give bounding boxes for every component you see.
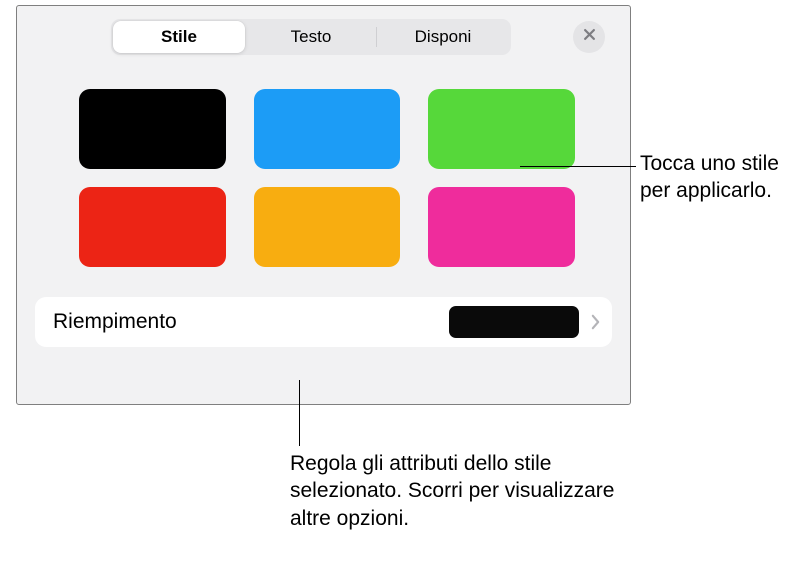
style-swatch[interactable] bbox=[254, 187, 401, 267]
style-swatch[interactable] bbox=[79, 187, 226, 267]
style-swatch[interactable] bbox=[254, 89, 401, 169]
segmented-control: Stile Testo Disponi bbox=[111, 19, 511, 55]
tab-disponi[interactable]: Disponi bbox=[377, 21, 509, 53]
callout-leader bbox=[299, 380, 300, 446]
tab-label: Stile bbox=[161, 27, 197, 47]
tab-label: Testo bbox=[291, 27, 332, 47]
callout-tap-style: Tocca uno stile per applicarlo. bbox=[640, 150, 810, 205]
style-swatch-grid bbox=[17, 55, 630, 267]
callout-adjust-attributes: Regola gli attributi dello stile selezio… bbox=[290, 450, 620, 532]
style-swatch[interactable] bbox=[428, 89, 575, 169]
tab-label: Disponi bbox=[415, 27, 472, 47]
panel-header: Stile Testo Disponi bbox=[17, 6, 630, 55]
close-icon bbox=[582, 27, 597, 47]
tab-stile[interactable]: Stile bbox=[113, 21, 245, 53]
close-button[interactable] bbox=[573, 21, 605, 53]
format-panel: Stile Testo Disponi Riempimento bbox=[16, 5, 631, 405]
fill-label: Riempimento bbox=[53, 310, 449, 334]
callout-leader bbox=[520, 166, 636, 167]
style-swatch[interactable] bbox=[79, 89, 226, 169]
style-swatch[interactable] bbox=[428, 187, 575, 267]
chevron-right-icon bbox=[591, 314, 600, 330]
fill-row[interactable]: Riempimento bbox=[35, 297, 612, 347]
fill-color-preview bbox=[449, 306, 579, 338]
tab-testo[interactable]: Testo bbox=[245, 21, 377, 53]
